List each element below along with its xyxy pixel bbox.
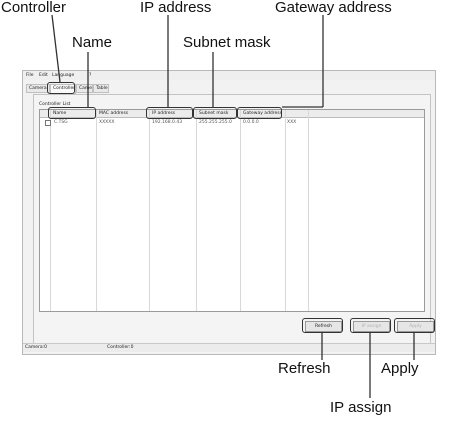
- leader-lines: [51, 14, 415, 398]
- leader-controller: [51, 14, 61, 83]
